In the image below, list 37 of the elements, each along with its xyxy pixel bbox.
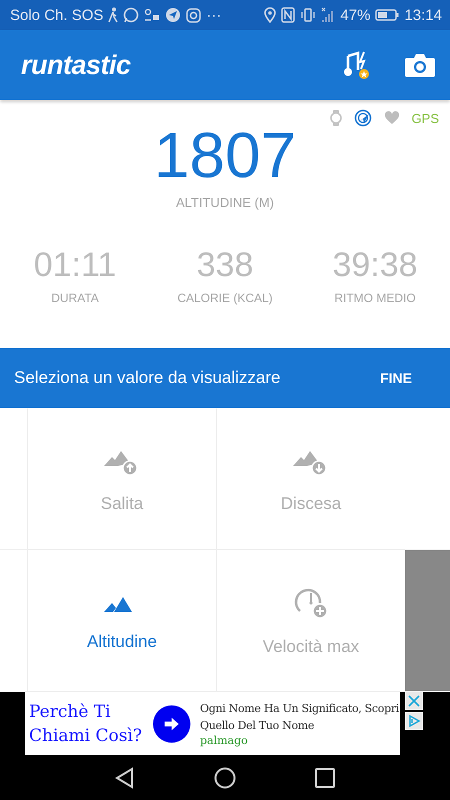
chat-icon [123,7,140,23]
metric-label: RITMO MEDIO [334,291,416,305]
more-text: ··· [206,6,222,24]
people-icon [144,7,160,23]
app-logo: runtastic [21,50,131,80]
battery-icon [375,8,400,22]
metric-value: 39:38 [332,246,418,285]
camera-icon[interactable] [404,52,436,78]
selection-title: Seleziona un valore da visualizzare [14,368,280,388]
heart-icon [384,111,400,125]
metric-label: DURATA [51,291,99,305]
ad-banner[interactable]: Perchè Ti Chiami Così? Ogni Nome Ha Un Significato, Scopri Quello Del Tuo Nome palmago [25,692,400,755]
ad-source: palmago [200,734,249,747]
altitude-label: ALTITUDINE (M) [176,195,274,210]
clock-time: 13:14 [404,6,442,24]
ad-headline[interactable]: Perchè Ti Chiami Così? [25,700,146,748]
home-icon[interactable] [214,766,236,788]
nfc-icon [281,7,296,23]
send-icon [165,7,182,23]
gps-label: GPS [412,110,439,126]
signal-icon [321,7,336,23]
watch-icon [330,110,342,126]
vibrate-icon [300,7,316,23]
camera-app-icon [186,8,202,22]
battery-percent: 47% [340,6,370,24]
metric-label: CALORIE (KCAL) [177,291,273,305]
metric-value: 01:11 [34,246,116,285]
music-note-icon[interactable] [342,50,372,80]
altitude-value: 1807 [154,123,296,187]
back-icon[interactable] [114,766,136,788]
walking-icon [108,7,118,23]
carrier-text: Solo Ch. SOS [10,6,104,24]
metric-value: 338 [196,246,254,285]
location-icon [264,7,276,23]
done-button[interactable]: FINE [356,364,436,392]
ad-text: Ogni Nome Ha Un Significato, Scopri Quello Del Tuo Nome [200,701,400,734]
recents-icon[interactable] [314,766,336,788]
